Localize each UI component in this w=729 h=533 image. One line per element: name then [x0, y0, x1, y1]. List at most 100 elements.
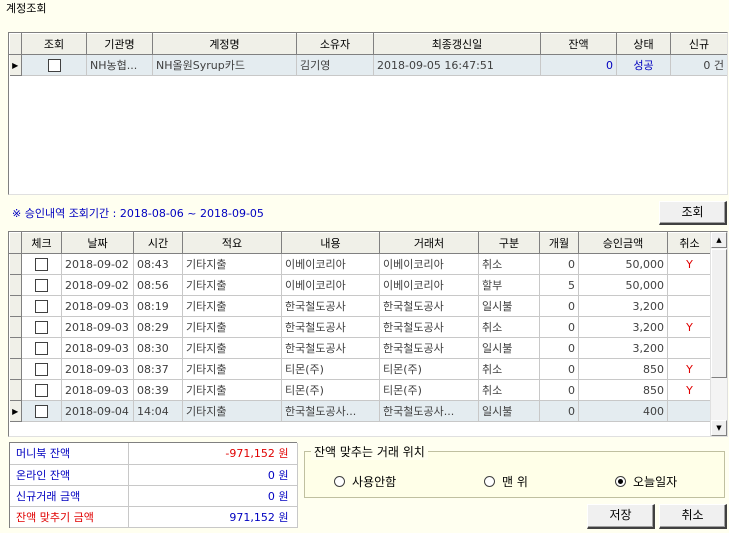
- approval-checkbox[interactable]: [35, 257, 48, 271]
- approval-check-cell[interactable]: [21, 337, 62, 359]
- approval-check-cell[interactable]: [21, 379, 62, 401]
- approval-amount: 50,000: [578, 274, 668, 296]
- approval-scrollbar[interactable]: ▲ ▼: [710, 232, 727, 436]
- accounts-col-header[interactable]: 계정명: [152, 33, 297, 55]
- approval-period-label: ※ 승인내역 조회기간 : 2018-08-06 ~ 2018-09-05: [12, 207, 264, 220]
- scroll-down-icon[interactable]: ▼: [711, 420, 727, 436]
- approval-col-header[interactable]: 개월: [539, 232, 579, 254]
- approval-col-header[interactable]: 시간: [133, 232, 183, 254]
- approval-type: 취소: [478, 253, 540, 275]
- accounts-col-header[interactable]: 최종갱신일: [373, 33, 541, 55]
- account-row[interactable]: ▶ NH농협... NH올원Syrup카드 김기영 2018-09-05 16:…: [9, 54, 727, 76]
- approval-checkbox[interactable]: [35, 278, 48, 292]
- approval-row[interactable]: 2018-09-02 08:56 기타지출 이베이코리아 이베이코리아 할부 5 50,000: [9, 274, 712, 296]
- approval-time: 08:29: [133, 316, 183, 338]
- approval-checkbox[interactable]: [35, 362, 48, 376]
- radio-none[interactable]: 사용안함: [334, 473, 396, 490]
- approval-row[interactable]: 2018-09-02 08:43 기타지출 이베이코리아 이베이코리아 취소 0 50,000…: [9, 253, 712, 275]
- query-button[interactable]: 조회: [659, 201, 727, 225]
- approval-cancel-flag: [667, 400, 712, 422]
- online-balance-label: 온라인 잔액: [10, 464, 129, 486]
- radio-today-icon[interactable]: [615, 476, 626, 487]
- row-selector: [9, 295, 22, 317]
- approval-type: 일시불: [478, 400, 540, 422]
- approval-time: 08:37: [133, 358, 183, 380]
- radio-none-icon[interactable]: [334, 476, 345, 487]
- approval-vendor: 한국철도공사: [379, 295, 479, 317]
- approval-col-header[interactable]: 적요: [182, 232, 282, 254]
- approval-check-cell[interactable]: [21, 316, 62, 338]
- approval-memo: 기타지출: [182, 316, 282, 338]
- approval-check-cell[interactable]: [21, 253, 62, 275]
- approval-cancel-flag: [667, 295, 712, 317]
- scroll-thumb[interactable]: [711, 249, 727, 378]
- approval-time: 08:39: [133, 379, 183, 401]
- approval-type: 일시불: [478, 295, 540, 317]
- accounts-col-header[interactable]: 조회: [21, 33, 87, 55]
- approval-checkbox[interactable]: [35, 341, 48, 355]
- approval-checkbox[interactable]: [35, 404, 48, 418]
- account-checkbox[interactable]: [47, 58, 61, 72]
- approval-vendor: 티몬(주): [379, 379, 479, 401]
- approval-col-header[interactable]: 취소: [667, 232, 712, 254]
- row-selector: [9, 379, 22, 401]
- approval-type: 취소: [478, 316, 540, 338]
- cancel-button[interactable]: 취소: [659, 504, 727, 529]
- radio-top-icon[interactable]: [484, 476, 495, 487]
- approval-content: 이베이코리아: [281, 253, 380, 275]
- approval-row[interactable]: 2018-09-03 08:29 기타지출 한국철도공사 한국철도공사 취소 0 3,200 Y: [9, 316, 712, 338]
- approval-check-cell[interactable]: [21, 400, 62, 422]
- accounts-grid[interactable]: 조회 기관명 계정명 소유자 최종갱신일 잔액 상태 신규 ▶ NH농협... …: [8, 32, 728, 195]
- approval-row[interactable]: ▶ 2018-09-04 14:04 기타지출 한국철도공사... 한국철도공사... 일시…: [9, 400, 712, 422]
- radio-today[interactable]: 오늘일자: [615, 473, 677, 490]
- approval-checkbox[interactable]: [35, 383, 48, 397]
- approval-check-cell[interactable]: [21, 295, 62, 317]
- approval-vendor: 한국철도공사...: [379, 400, 479, 422]
- approval-date: 2018-09-02: [61, 274, 134, 296]
- approval-content: 이베이코리아: [281, 274, 380, 296]
- approval-row[interactable]: 2018-09-03 08:30 기타지출 한국철도공사 한국철도공사 일시불 0 3,200: [9, 337, 712, 359]
- approval-time: 14:04: [133, 400, 183, 422]
- approval-vendor: 이베이코리아: [379, 253, 479, 275]
- approval-col-header[interactable]: 날짜: [61, 232, 134, 254]
- adjust-amount-label: 잔액 맞추기 금액: [10, 506, 129, 528]
- new-transaction-label: 신규거래 금액: [10, 485, 129, 507]
- accounts-col-header[interactable]: 상태: [616, 33, 671, 55]
- approval-grid[interactable]: 체크 날짜 시간 적요 내용 거래처 구분 개월 승인금액 취소 2018-09…: [8, 231, 728, 437]
- approval-cancel-flag: Y: [667, 316, 712, 338]
- save-button[interactable]: 저장: [587, 504, 655, 529]
- accounts-col-header[interactable]: 기관명: [86, 33, 153, 55]
- accounts-header-corner: [9, 33, 22, 55]
- approval-content: 한국철도공사: [281, 316, 380, 338]
- approval-date: 2018-09-02: [61, 253, 134, 275]
- approval-col-header[interactable]: 체크: [21, 232, 62, 254]
- accounts-col-header[interactable]: 신규: [670, 33, 727, 55]
- approval-checkbox[interactable]: [35, 320, 48, 334]
- approval-cancel-flag: Y: [667, 253, 712, 275]
- approval-vendor: 이베이코리아: [379, 274, 479, 296]
- approval-date: 2018-09-03: [61, 295, 134, 317]
- approval-col-header[interactable]: 승인금액: [578, 232, 668, 254]
- approval-check-cell[interactable]: [21, 358, 62, 380]
- summary-row: 잔액 맞추기 금액 971,152 원: [10, 506, 298, 528]
- approval-checkbox[interactable]: [35, 299, 48, 313]
- approval-row[interactable]: 2018-09-03 08:39 기타지출 티몬(주) 티몬(주) 취소 0 850 Y: [9, 379, 712, 401]
- scroll-up-icon[interactable]: ▲: [711, 232, 727, 248]
- account-check-cell[interactable]: [21, 54, 87, 76]
- approval-row[interactable]: 2018-09-03 08:37 기타지출 티몬(주) 티몬(주) 취소 0 850 Y: [9, 358, 712, 380]
- summary-row: 온라인 잔액 0 원: [10, 464, 298, 486]
- accounts-col-header[interactable]: 소유자: [296, 33, 374, 55]
- accounts-col-header[interactable]: 잔액: [540, 33, 617, 55]
- approval-col-header[interactable]: 내용: [281, 232, 380, 254]
- approval-row[interactable]: 2018-09-03 08:19 기타지출 한국철도공사 한국철도공사 일시불 0 3,200: [9, 295, 712, 317]
- new-transaction-value: 0 원: [128, 485, 298, 507]
- approval-content: 한국철도공사: [281, 295, 380, 317]
- approval-check-cell[interactable]: [21, 274, 62, 296]
- approval-amount: 850: [578, 379, 668, 401]
- approval-col-header[interactable]: 거래처: [379, 232, 479, 254]
- radio-none-label: 사용안함: [352, 475, 397, 489]
- radio-top[interactable]: 맨 위: [484, 473, 528, 490]
- approval-memo: 기타지출: [182, 337, 282, 359]
- approval-col-header[interactable]: 구분: [478, 232, 540, 254]
- approval-memo: 기타지출: [182, 400, 282, 422]
